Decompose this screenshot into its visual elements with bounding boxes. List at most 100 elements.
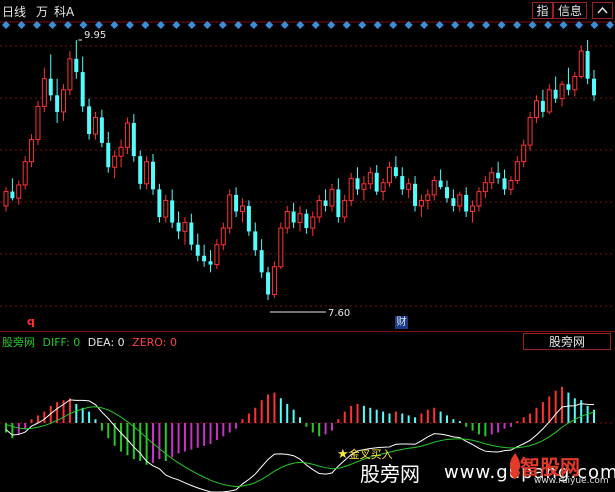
candle-body [348, 177, 354, 201]
candle-body [342, 199, 348, 218]
candle-body [553, 89, 558, 99]
candle-body [291, 211, 296, 223]
candle-body [131, 122, 136, 157]
candle-body [16, 184, 22, 199]
indicator-legend: 股旁网 DIFF: 0 DEA: 0 ZERO: 0 [2, 334, 181, 350]
zero-legend: ZERO: 0 [132, 336, 177, 349]
candle-body [470, 205, 476, 212]
candle-body [246, 205, 251, 232]
candle-body [253, 231, 258, 251]
candle-body [202, 255, 207, 262]
candle-body [329, 188, 335, 207]
candle-body [259, 250, 264, 273]
candle-body [112, 155, 118, 168]
candle-body [418, 199, 424, 207]
candle-body [297, 213, 303, 224]
stock-chart-window: 日线 万 科A 指 信息 9.95 7.60 q 财 股旁网 DIFF: 0 D… [0, 0, 615, 492]
candle-body [106, 142, 111, 168]
candle-body [220, 227, 226, 246]
candle-body [521, 144, 527, 163]
candle-body [214, 244, 220, 266]
candle-body [67, 58, 73, 91]
candle-body [48, 78, 53, 96]
candle-body [227, 194, 233, 229]
candle-body [189, 222, 194, 245]
candle-body [151, 161, 155, 190]
candle-body [195, 244, 200, 256]
candle-body [431, 180, 437, 196]
candle-body [438, 180, 443, 188]
candle-body [80, 72, 85, 107]
candle-body [578, 50, 584, 78]
candle-body [393, 167, 398, 177]
candle-body [323, 200, 328, 206]
candle-body [482, 182, 488, 193]
candle-body [3, 191, 9, 207]
candle-body [124, 122, 130, 148]
candle-body [457, 194, 463, 207]
candle-body [22, 161, 28, 186]
candle-body [406, 183, 412, 190]
chart-canvas[interactable] [0, 0, 615, 492]
candle-body [55, 95, 60, 112]
candle-body [266, 272, 271, 295]
candle-body [400, 176, 405, 190]
candle-body [355, 178, 360, 190]
candle-body [566, 84, 571, 90]
candle-body [527, 116, 533, 146]
candle-body [92, 116, 98, 135]
candle-body [514, 161, 520, 182]
candle-body [271, 266, 277, 295]
candle-body [284, 210, 290, 229]
candle-body [380, 182, 386, 193]
candle-body [310, 216, 316, 229]
panel-divider [0, 331, 615, 332]
candle-body [413, 183, 418, 206]
candle-body [144, 161, 150, 185]
candle-body [502, 178, 507, 190]
candle-body [451, 198, 456, 206]
q-marker[interactable]: q [27, 315, 35, 328]
dea-legend: DEA: 0 [87, 336, 125, 349]
watermark-cn: 股旁网 [360, 462, 420, 486]
watermark-brand-url: www.ruiyue.com [534, 476, 609, 486]
candle-body [386, 166, 392, 184]
indicator-name: 股旁网 [2, 336, 35, 349]
candle-body [74, 58, 79, 73]
candle-body [425, 194, 431, 201]
diff-legend: DIFF: 0 [42, 336, 81, 349]
candle-body [592, 78, 596, 96]
candle-body [41, 78, 47, 107]
candle-body [540, 100, 545, 112]
candle-body [29, 139, 35, 163]
candle-body [239, 205, 245, 212]
candle-body [35, 105, 41, 141]
candle-body [361, 183, 367, 190]
candle-body [118, 146, 124, 157]
finance-marker[interactable]: 财 [395, 316, 408, 329]
candle-body [278, 227, 284, 268]
candle-body [304, 213, 309, 229]
candle-body [585, 51, 590, 79]
candle-body [87, 106, 92, 135]
candle-body [374, 172, 379, 192]
star-icon: ★ [337, 447, 349, 462]
candle-body [182, 222, 188, 232]
candle-body [464, 194, 469, 212]
indicator-selector[interactable]: 股旁网 [523, 333, 611, 350]
candle-body [61, 89, 67, 113]
candle-body [546, 89, 552, 113]
candle-body [336, 189, 341, 218]
candle-body [10, 191, 15, 199]
candle-body [170, 200, 175, 223]
candle-body [496, 172, 501, 179]
candle-body [176, 222, 181, 232]
candle-body [489, 172, 495, 184]
candle-body [234, 194, 239, 212]
candle-body [508, 180, 514, 190]
candle-body [157, 189, 162, 218]
candle-body [208, 261, 213, 265]
high-price-label: 9.95 [84, 30, 107, 41]
candle-body [445, 187, 449, 199]
candle-body [99, 117, 104, 143]
